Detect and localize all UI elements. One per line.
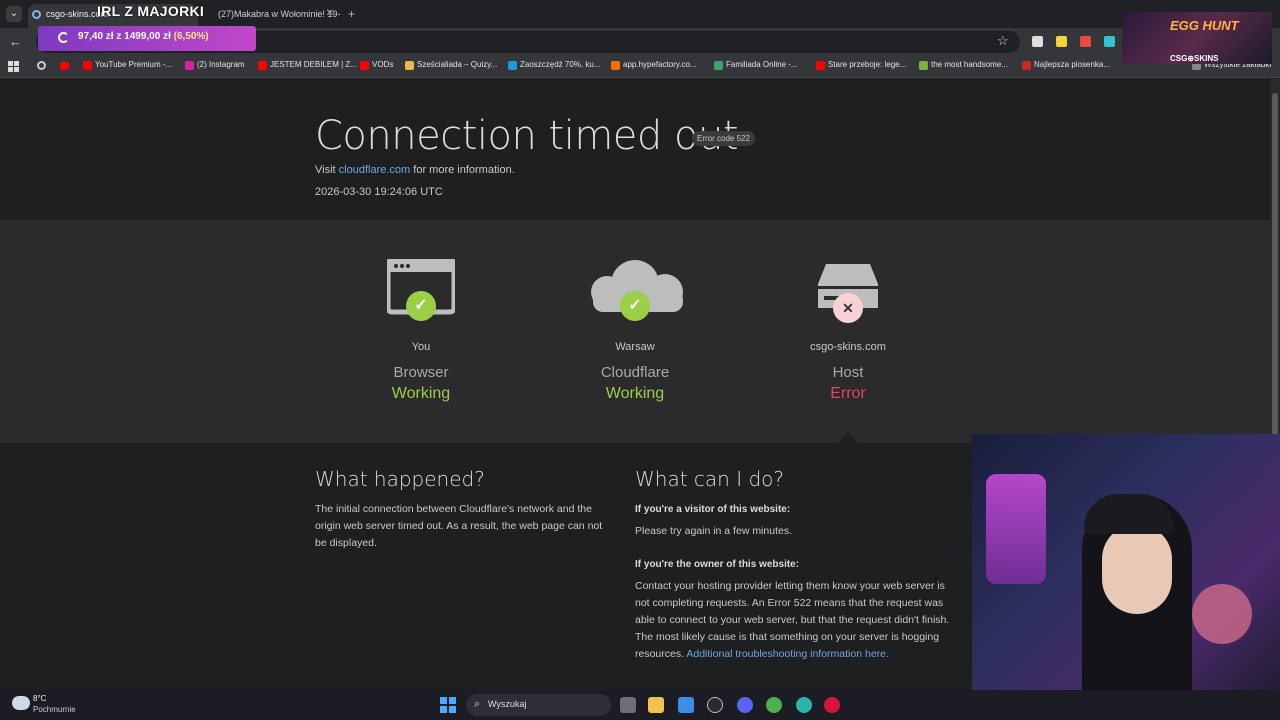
cloudflare-link[interactable]: Cloudflare — [535, 364, 735, 381]
cloudflare-link[interactable]: cloudflare.com — [339, 164, 411, 176]
owner-body: Contact your hosting provider letting th… — [635, 580, 950, 660]
edge-icon[interactable] — [796, 697, 812, 713]
beanie — [1084, 494, 1174, 534]
refresh-icon — [58, 32, 69, 43]
windows-taskbar: 8°C Pochmurnie ⌕ Wyszukaj — [0, 690, 1280, 720]
youtube-icon — [816, 61, 825, 70]
error-x-icon: ✕ — [833, 293, 863, 323]
apps-grid-icon[interactable] — [8, 61, 19, 72]
owner-heading: If you're the owner of this website: — [635, 559, 800, 570]
hypefactory-icon — [611, 61, 620, 70]
error-code-badge: Error code 522 — [692, 131, 755, 146]
tab-label: (27)Makabra w Wołominie! 19- — [218, 9, 340, 19]
egg-hunt-title: EGG HUNT — [1170, 18, 1239, 33]
bookmark-item[interactable]: Sześcialiada – Quizy... — [405, 60, 497, 70]
tab-youtube[interactable]: (27)Makabra w Wołominie! 19- ✕ — [200, 4, 340, 28]
egg-hunt-overlay: EGG HUNT CSG⊕SKINS — [1122, 12, 1272, 64]
plush-toy — [1192, 584, 1252, 644]
donation-goal-bar: 97,40 zł z 1499,00 zł (6,50%) — [38, 26, 256, 51]
stream-title: IRL Z MAJORKI — [97, 3, 205, 19]
weather-icon[interactable] — [12, 696, 30, 710]
chrome-icon[interactable] — [766, 697, 782, 713]
steam-icon — [508, 61, 517, 70]
status-location: csgo-skins.com — [810, 341, 886, 353]
webcam-overlay — [972, 434, 1280, 720]
sponsor-logo: CSG⊕SKINS — [1170, 54, 1219, 63]
what-happened-heading: What happened? — [315, 467, 485, 491]
status-state: Error — [830, 385, 866, 402]
search-icon: ⌕ — [474, 698, 481, 710]
check-icon: ✓ — [406, 291, 436, 321]
weather-temperature: 8°C — [33, 694, 47, 703]
status-role: Browser — [393, 364, 449, 381]
microphone — [986, 474, 1046, 584]
visit-text: Visit cloudflare.com for more informatio… — [315, 164, 515, 176]
bookmark-item[interactable]: Familiada Online -... — [714, 60, 798, 70]
what-can-i-do-heading: What can I do? — [635, 467, 784, 491]
visitor-heading: If you're a visitor of this website: — [635, 504, 791, 515]
timestamp: 2026-03-30 19:24:06 UTC — [315, 186, 443, 198]
github-icon[interactable] — [707, 697, 723, 713]
extension-icon[interactable] — [1056, 36, 1067, 47]
youtube-icon — [360, 61, 369, 70]
error-header: Connection timed out Error code 522 Visi… — [0, 79, 1270, 220]
store-icon[interactable] — [678, 697, 694, 713]
what-happened-body: The initial connection between Cloudflar… — [315, 503, 603, 549]
extension-icon[interactable] — [1080, 36, 1091, 47]
bookmark-icon — [919, 61, 928, 70]
pointer-arrow — [838, 431, 858, 443]
bookmark-item[interactable]: Stare przeboje: lege... — [816, 60, 906, 70]
check-icon: ✓ — [620, 291, 650, 321]
quiz-icon — [405, 61, 414, 70]
close-tab-icon[interactable]: ✕ — [326, 4, 334, 24]
bookmark-item[interactable]: VODs — [360, 60, 393, 70]
bookmark-item[interactable]: the most handsome... — [919, 60, 1008, 70]
discord-icon[interactable] — [737, 697, 753, 713]
windows-start-icon[interactable] — [440, 697, 456, 713]
bookmark-item[interactable]: Najlepsza piosenka... — [1022, 60, 1110, 70]
bookmark-icon[interactable] — [37, 61, 46, 70]
youtube-icon — [258, 61, 267, 70]
task-view-icon[interactable] — [620, 697, 636, 713]
troubleshooting-link[interactable]: Additional troubleshooting information h… — [686, 648, 889, 660]
instagram-icon — [185, 61, 194, 70]
status-location: Warsaw — [615, 341, 655, 353]
streamer-face — [1102, 524, 1172, 614]
bookmark-star-icon[interactable]: ☆ — [997, 33, 1009, 49]
donation-amount: 97,40 zł z 1499,00 zł (6,50%) — [78, 31, 209, 42]
tab-search-button[interactable]: ⌄ — [6, 6, 22, 22]
page-title: Connection timed out — [315, 113, 739, 159]
status-state: Working — [605, 385, 665, 402]
bookmark-item[interactable]: JESTEM DEBILEM | Z... — [258, 60, 357, 70]
file-explorer-icon[interactable] — [648, 697, 664, 713]
new-tab-button[interactable]: + — [348, 7, 355, 21]
visitor-body: Please try again in a few minutes. — [635, 525, 792, 537]
back-arrow-icon[interactable]: ← — [9, 34, 22, 49]
taskbar-search[interactable]: ⌕ Wyszukaj — [466, 694, 611, 716]
bookmark-icon — [1022, 61, 1031, 70]
familiada-icon — [714, 61, 723, 70]
status-location: You — [411, 341, 431, 353]
youtube-icon[interactable] — [60, 62, 69, 70]
extension-icon[interactable] — [1032, 36, 1043, 47]
globe-icon — [32, 10, 41, 19]
opera-icon[interactable] — [824, 697, 840, 713]
status-section: ✓ You Browser Working ✓ Warsaw Cloudflar… — [0, 220, 1270, 443]
weather-status: Pochmurnie — [33, 705, 76, 714]
bookmark-item[interactable]: Zaoszczędź 70%, ku... — [508, 60, 600, 70]
bookmarks-bar: YouTube Premium -... (2) Instagram JESTE… — [0, 56, 1280, 78]
bookmark-item[interactable]: YouTube Premium -... — [83, 60, 172, 70]
bookmark-item[interactable]: (2) Instagram — [185, 60, 245, 70]
bookmark-item[interactable]: app.hypefactory.co... — [611, 60, 697, 70]
extension-icon[interactable] — [1104, 36, 1115, 47]
status-state: Working — [391, 385, 451, 402]
youtube-icon — [83, 61, 92, 70]
status-role: Host — [832, 364, 864, 381]
